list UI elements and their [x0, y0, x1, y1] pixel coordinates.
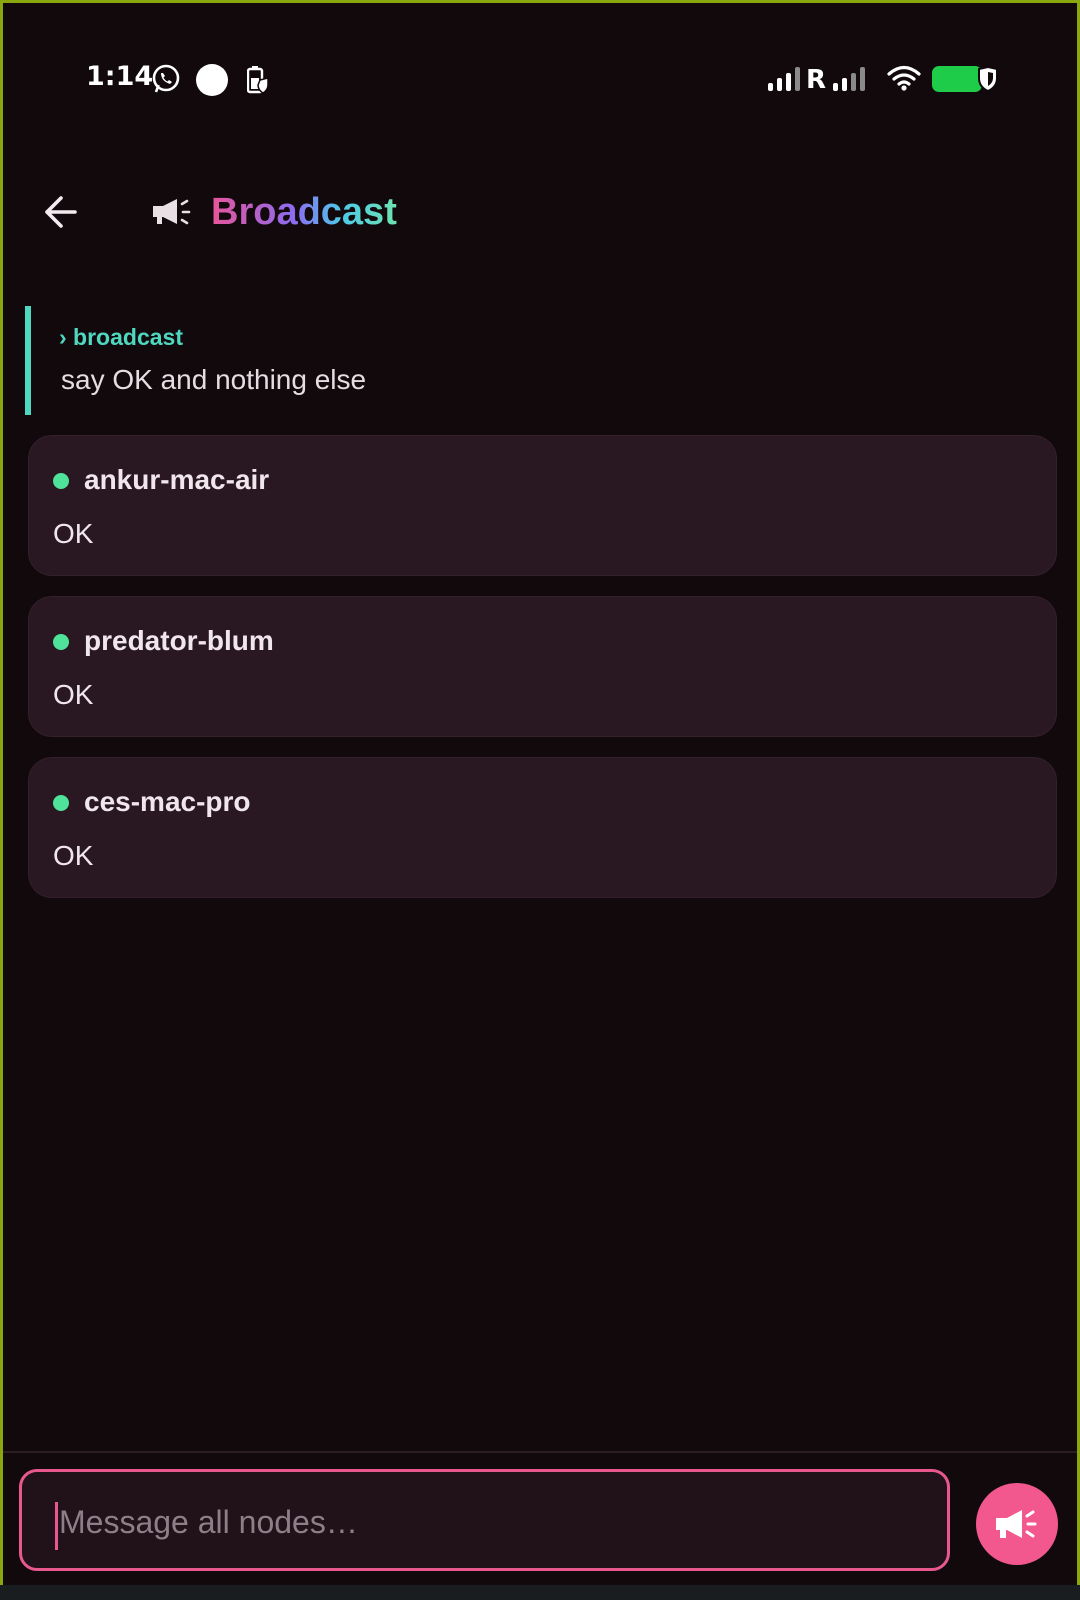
whatsapp-icon	[152, 64, 180, 93]
node-reply: OK	[53, 679, 94, 710]
signal-icon	[768, 67, 800, 91]
megaphone-icon	[153, 199, 191, 225]
online-status-dot	[53, 634, 69, 650]
prompt-label: › broadcast	[59, 324, 183, 350]
response-card: predator-blum OK	[28, 596, 1057, 737]
status-time: 1:14	[86, 61, 154, 92]
node-name: ankur-mac-air	[84, 464, 270, 495]
node-name: ces-mac-pro	[84, 786, 251, 817]
online-status-dot	[53, 795, 69, 811]
app-screen: 1:14 R Broadcast › broadcast say OK and …	[0, 0, 1080, 1585]
online-status-dot	[53, 473, 69, 489]
broadcast-prompt: › broadcast say OK and nothing else	[25, 306, 1031, 415]
node-reply: OK	[53, 518, 94, 549]
signal-icon	[833, 67, 865, 91]
response-card: ankur-mac-air OK	[28, 435, 1057, 576]
node-reply: OK	[53, 840, 94, 871]
circle-icon	[196, 64, 228, 96]
page-title: Broadcast	[211, 190, 397, 233]
composer-divider	[3, 1451, 1077, 1453]
header-title: Broadcast	[153, 189, 397, 235]
text-caret	[55, 1502, 58, 1550]
message-input[interactable]: Message all nodes…	[19, 1469, 950, 1571]
prompt-text: say OK and nothing else	[61, 364, 367, 395]
node-name: predator-blum	[84, 625, 274, 656]
message-placeholder: Message all nodes…	[59, 1504, 358, 1540]
broadcast-send-button[interactable]	[976, 1483, 1058, 1565]
back-button[interactable]	[39, 189, 85, 235]
megaphone-icon	[996, 1510, 1037, 1538]
wifi-icon	[887, 65, 921, 91]
roaming-indicator: R	[806, 65, 827, 95]
response-card: ces-mac-pro OK	[28, 757, 1057, 898]
battery-saver-icon	[247, 66, 269, 94]
battery-icon	[932, 65, 997, 93]
status-bar: 1:14 R	[3, 3, 1077, 113]
